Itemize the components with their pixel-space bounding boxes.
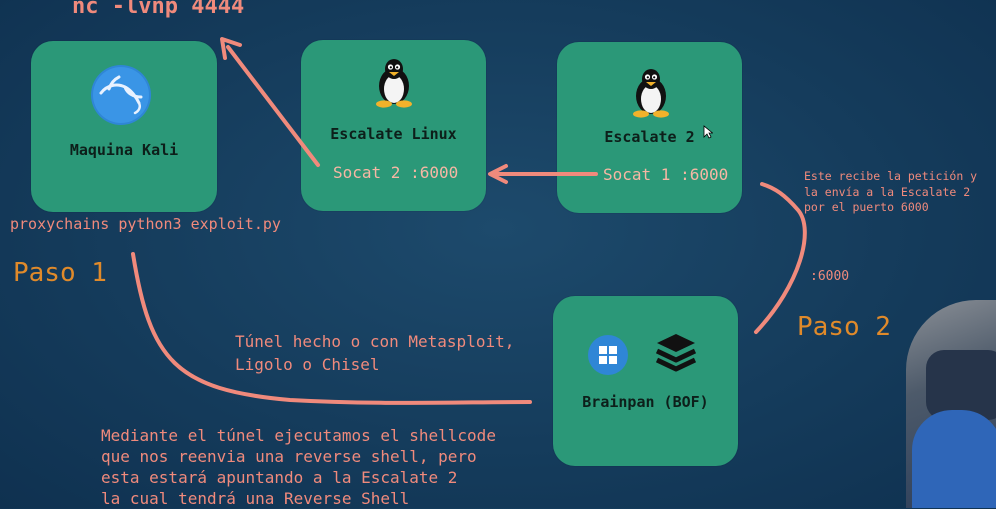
escalate-2-label: Escalate 2 bbox=[604, 128, 695, 146]
note-line: esta estará apuntando a la Escalate 2 bbox=[101, 468, 458, 487]
paso-2-label: Paso 2 bbox=[797, 312, 891, 342]
socat-1-label: Socat 1 :6000 bbox=[603, 165, 729, 184]
note-line: que nos reenvia una reverse shell, pero bbox=[101, 447, 477, 466]
tunnel-curve bbox=[131, 252, 532, 405]
tux-icon bbox=[376, 59, 412, 108]
shellcode-note: Mediante el túnel ejecutamos el shellcod… bbox=[101, 425, 496, 509]
node-escalate-linux: Escalate Linux Socat 2 :6000 bbox=[301, 40, 486, 211]
brainpan-to-escalate2-curve bbox=[754, 182, 807, 334]
port-6000-label: :6000 bbox=[810, 269, 850, 284]
note-line: la cual tendrá una Reverse Shell bbox=[101, 489, 410, 508]
note-line: por el puerto 6000 bbox=[804, 200, 929, 214]
kali-dragon-icon bbox=[91, 65, 151, 125]
arrowhead-netcat bbox=[220, 37, 242, 60]
note-line: la envía a la Escalate 2 bbox=[804, 184, 971, 199]
node-brainpan: Brainpan (BOF) bbox=[553, 296, 738, 466]
escalate-linux-label: Escalate Linux bbox=[330, 125, 457, 143]
socat-2-label: Socat 2 :6000 bbox=[333, 163, 459, 182]
kali-command-text: proxychains python3 exploit.py bbox=[10, 215, 281, 233]
netcat-command: nc -lvnp 4444 bbox=[72, 0, 245, 19]
webcam-overlay bbox=[906, 300, 996, 508]
note-line: Mediante el túnel ejecutamos el shellcod… bbox=[101, 426, 496, 445]
kali-label: Maquina Kali bbox=[69, 141, 179, 159]
node-escalate-2: Escalate 2 Socat 1 :6000 bbox=[557, 42, 742, 213]
windows-icon bbox=[588, 335, 628, 375]
stack-layers-icon bbox=[655, 334, 697, 372]
mouse-cursor-icon bbox=[703, 125, 713, 139]
escalate-note: Este recibe la petición y la envía a la … bbox=[804, 169, 977, 216]
node-maquina-kali: Maquina Kali bbox=[31, 41, 217, 212]
tunnel-note: Túnel hecho o con Metasploit, Ligolo o C… bbox=[235, 330, 514, 376]
arrowhead-escalate-linux bbox=[488, 164, 508, 184]
brainpan-label: Brainpan (BOF) bbox=[582, 393, 709, 411]
paso-1-label: Paso 1 bbox=[13, 258, 107, 288]
tux-icon bbox=[633, 69, 669, 118]
person-shape bbox=[912, 410, 996, 508]
note-line: Ligolo o Chisel bbox=[235, 355, 380, 374]
note-line: Este recibe la petición y bbox=[804, 169, 978, 183]
note-line: Túnel hecho o con Metasploit, bbox=[235, 332, 515, 351]
